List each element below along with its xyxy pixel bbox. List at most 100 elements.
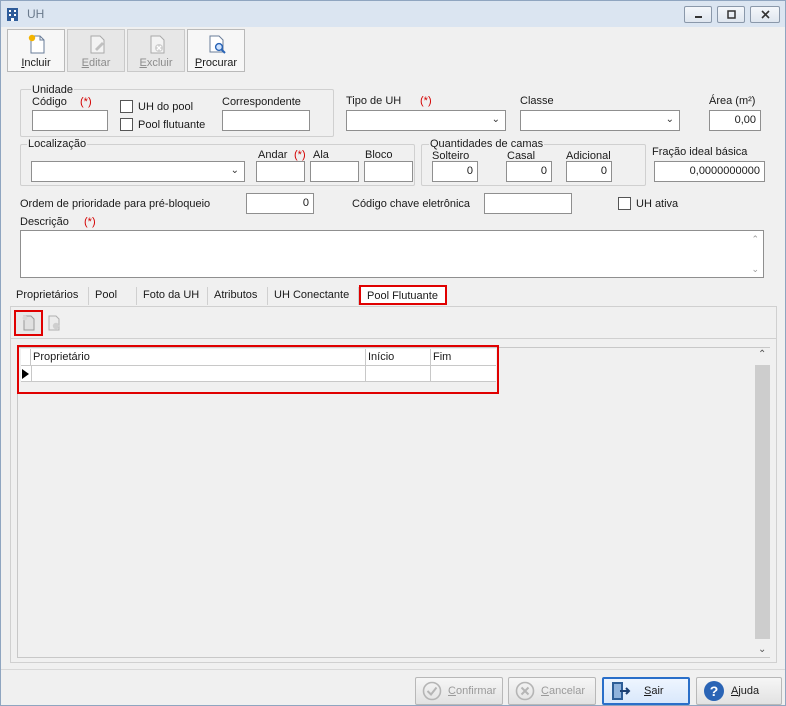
editar-button[interactable]: Editar — [67, 29, 125, 72]
ala-input[interactable] — [310, 161, 359, 182]
building-icon — [7, 8, 18, 21]
descricao-required: (*) — [84, 216, 96, 228]
ala-label: Ala — [313, 149, 329, 161]
incluir-button[interactable]: Incluir — [7, 29, 65, 72]
bloco-label: Bloco — [365, 149, 393, 161]
cancelar-button[interactable]: Cancelar — [508, 677, 596, 705]
maximize-button[interactable] — [717, 6, 745, 23]
area-label: Área (m²) — [709, 95, 756, 107]
table-row[interactable] — [21, 365, 496, 382]
minimize-icon — [694, 16, 702, 18]
close-window-button[interactable] — [750, 6, 780, 23]
row-pointer-icon — [22, 369, 29, 379]
uh-window: UH Incluir Editar Excluir Procurar Unida… — [0, 0, 786, 706]
correspondente-input[interactable] — [222, 110, 310, 131]
solteiro-input[interactable]: 0 — [432, 161, 478, 182]
localizacao-select[interactable]: ⌄ — [31, 161, 245, 182]
help-circle-icon: ? — [704, 681, 724, 701]
cancelar-label: Cancelar — [541, 685, 586, 697]
ajuda-button[interactable]: ? Ajuda — [696, 677, 782, 705]
unidade-label: Unidade — [31, 84, 74, 96]
uh-ativa-checkbox[interactable] — [618, 197, 631, 210]
scroll-down-icon[interactable]: ⌄ — [758, 644, 766, 655]
remove-document-icon — [48, 315, 60, 331]
grid-header: Proprietário Início Fim — [21, 349, 496, 365]
bloco-input[interactable] — [364, 161, 413, 182]
add-row-button[interactable] — [14, 310, 43, 336]
pool-flutuante-checkbox[interactable] — [120, 118, 133, 131]
scrollbar-thumb[interactable] — [755, 365, 770, 639]
camas-label: Quantidades de camas — [429, 138, 545, 150]
footer-divider — [1, 669, 785, 670]
codigo-chave-label: Código chave eletrônica — [352, 198, 471, 210]
procurar-button[interactable]: Procurar — [187, 29, 245, 72]
procurar-label: Procurar — [194, 57, 238, 69]
tipo-uh-label: Tipo de UH — [346, 95, 402, 107]
sair-button[interactable]: Sair — [602, 677, 690, 705]
andar-required: (*) — [294, 149, 306, 161]
column-inicio[interactable]: Início — [366, 349, 431, 365]
adicional-input[interactable]: 0 — [566, 161, 612, 182]
codigo-chave-input[interactable] — [484, 193, 572, 214]
window-title: UH — [27, 7, 45, 21]
classe-select[interactable]: ⌄ — [520, 110, 680, 131]
tab-pool[interactable]: Pool — [89, 287, 137, 305]
codigo-required: (*) — [80, 96, 92, 108]
vertical-scrollbar[interactable]: ⌃ ⌄ — [755, 348, 770, 657]
uh-ativa-label: UH ativa — [636, 198, 679, 210]
panel-divider — [10, 338, 777, 339]
casal-input[interactable]: 0 — [506, 161, 552, 182]
cell-inicio[interactable] — [366, 366, 431, 381]
cell-fim[interactable] — [431, 366, 496, 381]
area-input[interactable]: 0,00 — [709, 110, 761, 131]
remove-row-button[interactable] — [44, 313, 66, 335]
check-circle-icon — [422, 681, 442, 701]
minimize-button[interactable] — [684, 6, 712, 23]
pool-flutuante-label: Pool flutuante — [138, 119, 206, 131]
edit-document-icon — [90, 35, 105, 54]
chevron-down-icon: ⌄ — [491, 114, 500, 125]
svg-text:?: ? — [710, 683, 719, 699]
tab-uh-conectante[interactable]: UH Conectante — [268, 287, 359, 305]
tipo-uh-select[interactable]: ⌄ — [346, 110, 506, 131]
cell-proprietario[interactable] — [31, 366, 366, 381]
classe-label: Classe — [520, 95, 554, 107]
ordem-label: Ordem de prioridade para pré-bloqueio — [20, 198, 211, 210]
andar-label: Andar — [258, 149, 288, 161]
descricao-label: Descrição — [20, 216, 69, 228]
add-document-icon — [22, 315, 35, 331]
tab-pool-flutuante[interactable]: Pool Flutuante — [359, 285, 447, 305]
ajuda-label: Ajuda — [731, 685, 760, 697]
correspondente-label: Correspondente — [222, 96, 301, 108]
scroll-up-icon[interactable]: ⌃ — [751, 234, 759, 245]
codigo-label: Código — [32, 96, 67, 108]
tab-foto-da-uh[interactable]: Foto da UH — [137, 287, 208, 305]
column-proprietario[interactable]: Proprietário — [31, 349, 366, 365]
new-document-icon — [28, 34, 45, 54]
tipo-uh-required: (*) — [420, 95, 432, 107]
uh-do-pool-label: UH do pool — [138, 101, 194, 113]
exit-door-icon — [612, 682, 631, 700]
codigo-input[interactable] — [32, 110, 108, 131]
uh-do-pool-checkbox[interactable] — [120, 100, 133, 113]
andar-input[interactable] — [256, 161, 305, 182]
scroll-down-icon[interactable]: ⌄ — [751, 264, 759, 275]
fracao-input[interactable]: 0,0000000000 — [654, 161, 765, 182]
cancel-circle-icon — [515, 681, 535, 701]
confirmar-button[interactable]: Confirmar — [415, 677, 503, 705]
incluir-label: Incluir — [21, 57, 51, 69]
tab-proprietarios[interactable]: Proprietários — [10, 287, 89, 305]
scroll-up-icon[interactable]: ⌃ — [758, 349, 766, 360]
confirmar-label: Confirmar — [448, 685, 497, 697]
maximize-icon — [726, 10, 736, 19]
close-icon — [760, 10, 770, 19]
sair-label: Sair — [644, 685, 664, 697]
excluir-button[interactable]: Excluir — [127, 29, 185, 72]
chevron-down-icon: ⌄ — [665, 114, 674, 125]
descricao-textarea[interactable]: ⌃ ⌄ — [20, 230, 764, 278]
tab-atributos[interactable]: Atributos — [208, 287, 268, 305]
editar-label: Editar — [81, 57, 111, 69]
ordem-input[interactable]: 0 — [246, 193, 314, 214]
column-fim[interactable]: Fim — [431, 349, 496, 365]
search-document-icon — [209, 35, 226, 54]
